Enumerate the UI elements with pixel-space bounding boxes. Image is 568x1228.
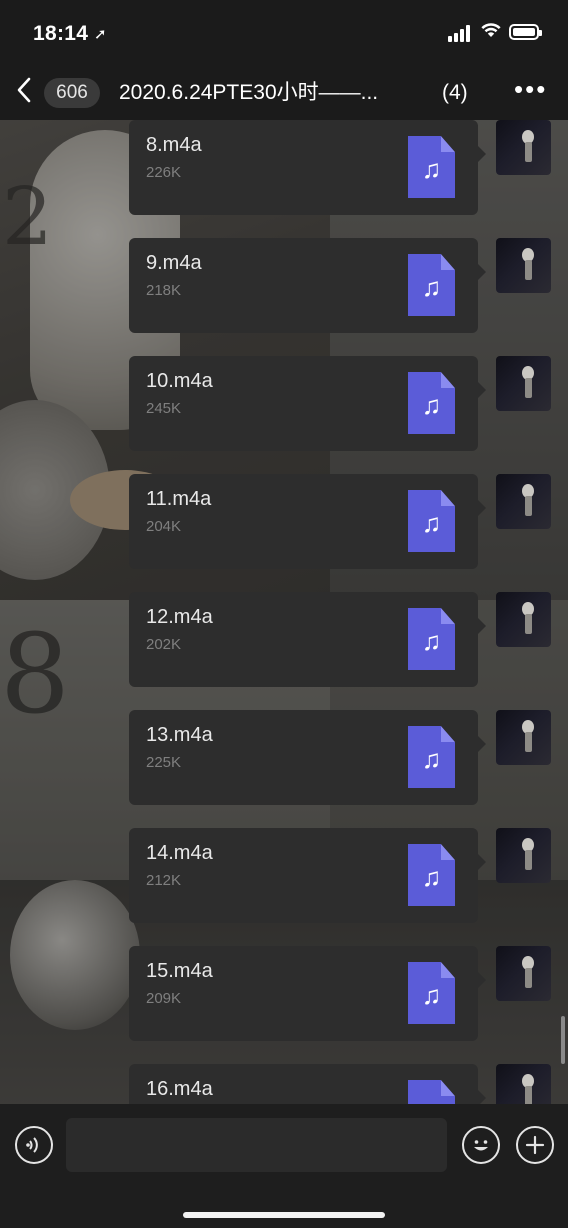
file-message: 8.m4a 226K ♫ <box>0 120 568 215</box>
avatar[interactable] <box>496 592 551 647</box>
member-count: (4) <box>442 81 468 104</box>
input-bar <box>0 1104 568 1228</box>
avatar[interactable] <box>496 238 551 293</box>
file-bubble[interactable]: 16.m4a ♫ <box>129 1064 486 1104</box>
file-size: 204K <box>146 518 182 535</box>
file-message: 13.m4a 225K ♫ <box>0 710 568 805</box>
file-name: 16.m4a <box>146 1078 213 1100</box>
chevron-left-icon[interactable] <box>16 76 32 110</box>
file-size: 212K <box>146 872 182 889</box>
message-input[interactable] <box>66 1118 447 1172</box>
status-bar: 18:14 ➚ <box>0 0 568 66</box>
plus-icon[interactable] <box>516 1126 554 1164</box>
cellular-signal-icon <box>448 24 474 42</box>
file-bubble[interactable]: 9.m4a 218K ♫ <box>129 238 486 333</box>
file-name: 11.m4a <box>146 488 212 510</box>
emoji-icon[interactable] <box>462 1126 500 1164</box>
file-name: 8.m4a <box>146 134 202 156</box>
file-message: 10.m4a 245K ♫ <box>0 356 568 451</box>
audio-file-icon: ♫ <box>408 608 455 670</box>
file-bubble[interactable]: 8.m4a 226K ♫ <box>129 120 486 215</box>
file-size: 226K <box>146 164 182 181</box>
unread-count-badge[interactable]: 606 <box>44 78 100 108</box>
file-name: 15.m4a <box>146 960 213 982</box>
chat-title: 2020.6.24PTE30小时——... <box>119 81 379 104</box>
file-name: 14.m4a <box>146 842 213 864</box>
audio-file-icon: ♫ <box>408 1080 455 1104</box>
audio-file-icon: ♫ <box>408 844 455 906</box>
scrollbar[interactable] <box>561 1016 565 1064</box>
audio-file-icon: ♫ <box>408 372 455 434</box>
more-horizontal-icon[interactable]: ••• <box>514 74 547 104</box>
avatar[interactable] <box>496 828 551 883</box>
file-bubble[interactable]: 15.m4a 209K ♫ <box>129 946 486 1041</box>
file-bubble[interactable]: 13.m4a 225K ♫ <box>129 710 486 805</box>
status-time: 18:14 <box>33 22 89 45</box>
file-bubble[interactable]: 14.m4a 212K ♫ <box>129 828 486 923</box>
file-message: 16.m4a ♫ <box>0 1064 568 1104</box>
audio-file-icon: ♫ <box>408 726 455 788</box>
audio-file-icon: ♫ <box>408 962 455 1024</box>
file-size: 225K <box>146 754 182 771</box>
file-bubble[interactable]: 10.m4a 245K ♫ <box>129 356 486 451</box>
avatar[interactable] <box>496 946 551 1001</box>
avatar[interactable] <box>496 710 551 765</box>
file-bubble[interactable]: 11.m4a 204K ♫ <box>129 474 486 569</box>
file-size: 202K <box>146 636 182 653</box>
file-message: 9.m4a 218K ♫ <box>0 238 568 333</box>
avatar[interactable] <box>496 120 551 175</box>
file-name: 10.m4a <box>146 370 213 392</box>
audio-file-icon: ♫ <box>408 254 455 316</box>
file-size: 245K <box>146 400 182 417</box>
avatar[interactable] <box>496 356 551 411</box>
file-name: 12.m4a <box>146 606 213 628</box>
file-message: 11.m4a 204K ♫ <box>0 474 568 569</box>
audio-file-icon: ♫ <box>408 490 455 552</box>
message-list[interactable]: 8.m4a 226K ♫ 9.m4a 218K ♫ 10.m4a 245K ♫ … <box>0 120 568 1104</box>
file-message: 12.m4a 202K ♫ <box>0 592 568 687</box>
file-name: 13.m4a <box>146 724 213 746</box>
location-arrow-icon: ➚ <box>94 26 107 43</box>
file-message: 14.m4a 212K ♫ <box>0 828 568 923</box>
avatar[interactable] <box>496 474 551 529</box>
file-size: 209K <box>146 990 182 1007</box>
file-name: 9.m4a <box>146 252 202 274</box>
home-indicator[interactable] <box>183 1212 385 1218</box>
voice-icon[interactable] <box>15 1126 53 1164</box>
file-size: 218K <box>146 282 182 299</box>
battery-icon <box>509 24 542 40</box>
file-bubble[interactable]: 12.m4a 202K ♫ <box>129 592 486 687</box>
audio-file-icon: ♫ <box>408 136 455 198</box>
file-message: 15.m4a 209K ♫ <box>0 946 568 1041</box>
avatar[interactable] <box>496 1064 551 1104</box>
chat-header: 606 2020.6.24PTE30小时——... (4) ••• <box>0 66 568 120</box>
wifi-icon <box>480 21 502 44</box>
